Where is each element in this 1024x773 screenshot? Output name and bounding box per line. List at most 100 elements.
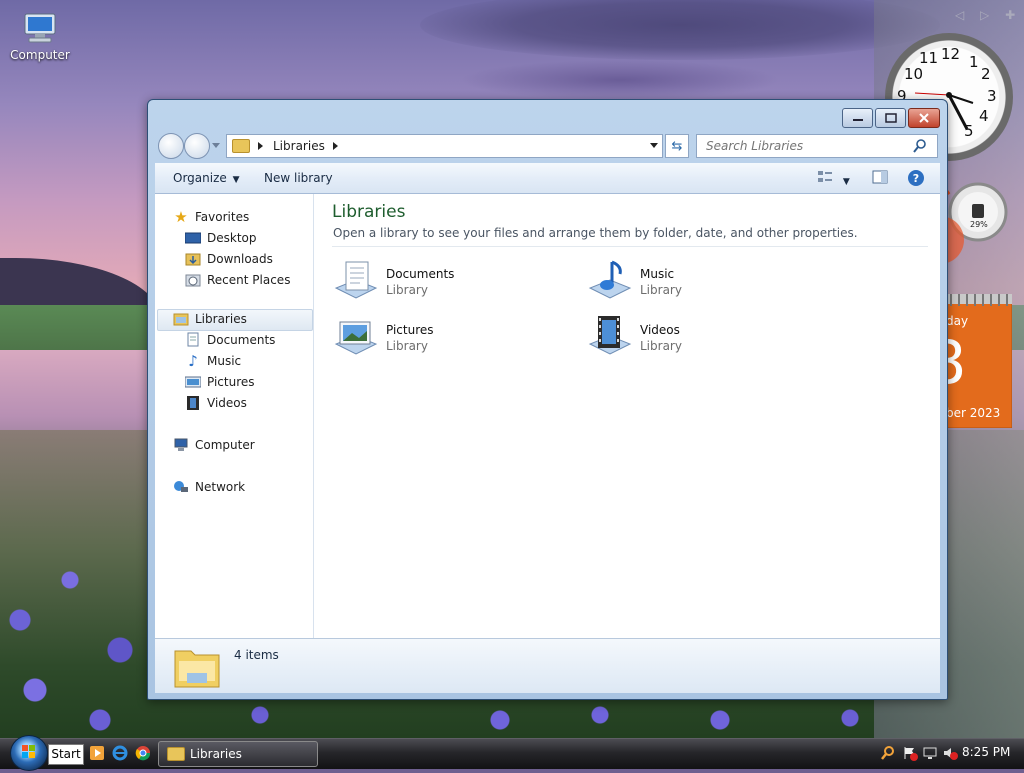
- taskbar: [0, 738, 1024, 769]
- windows-logo-icon: [22, 745, 35, 758]
- libraries-window: Libraries ⇆ Organize ▼ New library ▼: [147, 99, 948, 700]
- computer-icon: [19, 12, 61, 46]
- library-name: Videos: [640, 323, 680, 337]
- libraries-folder-icon: [173, 312, 189, 326]
- library-view: Libraries Open a library to see your fil…: [314, 194, 940, 638]
- nav-recent-places[interactable]: Recent Places: [185, 271, 290, 289]
- library-tile-documents[interactable]: Documents Library: [332, 258, 572, 308]
- page-title: Libraries: [332, 202, 406, 222]
- recent-places-icon: [185, 273, 201, 287]
- nav-music[interactable]: ♪ Music: [185, 352, 241, 370]
- help-icon: ?: [908, 170, 924, 186]
- library-tile-music[interactable]: Music Library: [586, 258, 826, 308]
- libraries-folder-icon: [174, 650, 220, 688]
- breadcrumb-arrow-icon[interactable]: [258, 142, 263, 150]
- action-center-icon[interactable]: [902, 745, 918, 761]
- library-type: Library: [640, 339, 682, 353]
- close-icon: [919, 113, 929, 123]
- search-input[interactable]: [704, 138, 913, 154]
- network-tray-icon[interactable]: [922, 745, 938, 761]
- music-note-icon: ♪: [188, 352, 198, 370]
- preview-pane-icon: [872, 170, 888, 184]
- close-button[interactable]: [908, 108, 940, 128]
- desktop-computer-icon[interactable]: Computer: [8, 8, 72, 62]
- command-bar: Organize ▼ New library ▼ ?: [155, 163, 940, 194]
- recent-pages-dropdown[interactable]: [212, 143, 220, 148]
- nav-videos[interactable]: Videos: [185, 394, 247, 412]
- nav-favorites[interactable]: ★ Favorites: [173, 208, 249, 226]
- breadcrumb-arrow-icon[interactable]: [332, 142, 338, 150]
- library-type: Library: [386, 339, 428, 353]
- nav-desktop[interactable]: Desktop: [185, 229, 257, 247]
- change-view-button[interactable]: ▼: [817, 170, 850, 187]
- item-count: 4 items: [234, 648, 279, 662]
- folder-icon: [167, 747, 185, 761]
- new-library-button[interactable]: New library: [264, 171, 333, 185]
- start-button[interactable]: [10, 735, 48, 771]
- downloads-folder-icon: [185, 252, 201, 266]
- library-type: Library: [640, 283, 682, 297]
- taskbar-libraries-button[interactable]: Libraries: [158, 741, 318, 767]
- nav-downloads[interactable]: Downloads: [185, 250, 273, 268]
- search-tray-icon[interactable]: [880, 745, 896, 761]
- nav-network[interactable]: Network: [173, 478, 245, 496]
- nav-libraries[interactable]: Libraries: [173, 310, 247, 328]
- system-clock[interactable]: 8:25 PM: [962, 745, 1010, 759]
- desktop-icon: [185, 231, 201, 245]
- library-tile-pictures[interactable]: Pictures Library: [332, 314, 572, 364]
- network-icon: [173, 480, 189, 494]
- calendar-gadget[interactable]: day 8 ber 2023: [928, 294, 1012, 428]
- chevron-down-icon: ▼: [232, 175, 240, 185]
- minimize-icon: [852, 119, 863, 121]
- restore-button[interactable]: [875, 108, 906, 128]
- nav-documents[interactable]: Documents: [185, 331, 275, 349]
- pictures-library-icon: [334, 321, 378, 355]
- chrome-icon[interactable]: [134, 744, 152, 762]
- star-icon: ★: [174, 208, 188, 226]
- library-type: Library: [386, 283, 428, 297]
- calendar-month: ber 2023: [946, 406, 1001, 420]
- media-player-icon[interactable]: [88, 744, 106, 762]
- restore-icon: [884, 113, 897, 123]
- desktop-icon-label: Computer: [10, 48, 70, 62]
- music-library-icon: [588, 260, 632, 299]
- library-tile-videos[interactable]: Videos Library: [586, 314, 826, 364]
- search-icon[interactable]: [913, 139, 927, 153]
- svg-text:?: ?: [913, 172, 919, 185]
- refresh-icon: ⇆: [671, 138, 683, 154]
- volume-muted-icon[interactable]: [942, 745, 958, 761]
- search-box[interactable]: [696, 134, 938, 158]
- nav-pictures[interactable]: Pictures: [185, 373, 255, 391]
- address-dropdown-icon[interactable]: [650, 143, 658, 148]
- start-label[interactable]: Start: [48, 744, 84, 765]
- divider: [332, 246, 928, 247]
- videos-library-icon: [588, 316, 632, 355]
- computer-icon: [173, 438, 189, 452]
- help-button[interactable]: ?: [907, 169, 925, 190]
- minimize-button[interactable]: [842, 108, 873, 128]
- explorer-content: ★ Favorites Desktop Downloads Recent Pla…: [155, 194, 940, 638]
- window-controls: [842, 108, 940, 128]
- libraries-folder-icon: [232, 139, 250, 153]
- forward-button[interactable]: [184, 133, 210, 159]
- internet-explorer-icon[interactable]: [111, 744, 129, 762]
- navigation-bar: Libraries ⇆: [156, 133, 938, 159]
- organize-button[interactable]: Organize ▼: [173, 171, 240, 185]
- refresh-button[interactable]: ⇆: [665, 134, 689, 158]
- library-name: Pictures: [386, 323, 434, 337]
- meter-value: 29%: [970, 220, 988, 229]
- address-bar[interactable]: Libraries: [226, 134, 663, 158]
- documents-icon: [185, 332, 201, 347]
- back-button[interactable]: [158, 133, 184, 159]
- view-options-icon: [818, 171, 832, 182]
- preview-pane-button[interactable]: [872, 170, 888, 187]
- nav-computer[interactable]: Computer: [173, 436, 255, 454]
- calendar-weekday: day: [946, 314, 969, 328]
- gadget-controls[interactable]: ◁ ▷ ✚: [955, 8, 1021, 22]
- breadcrumb-libraries[interactable]: Libraries: [273, 139, 325, 153]
- library-name: Documents: [386, 267, 455, 281]
- chevron-down-icon: ▼: [842, 177, 850, 187]
- film-strip-icon: [185, 396, 201, 410]
- page-subtitle: Open a library to see your files and arr…: [333, 226, 858, 240]
- documents-library-icon: [334, 261, 378, 299]
